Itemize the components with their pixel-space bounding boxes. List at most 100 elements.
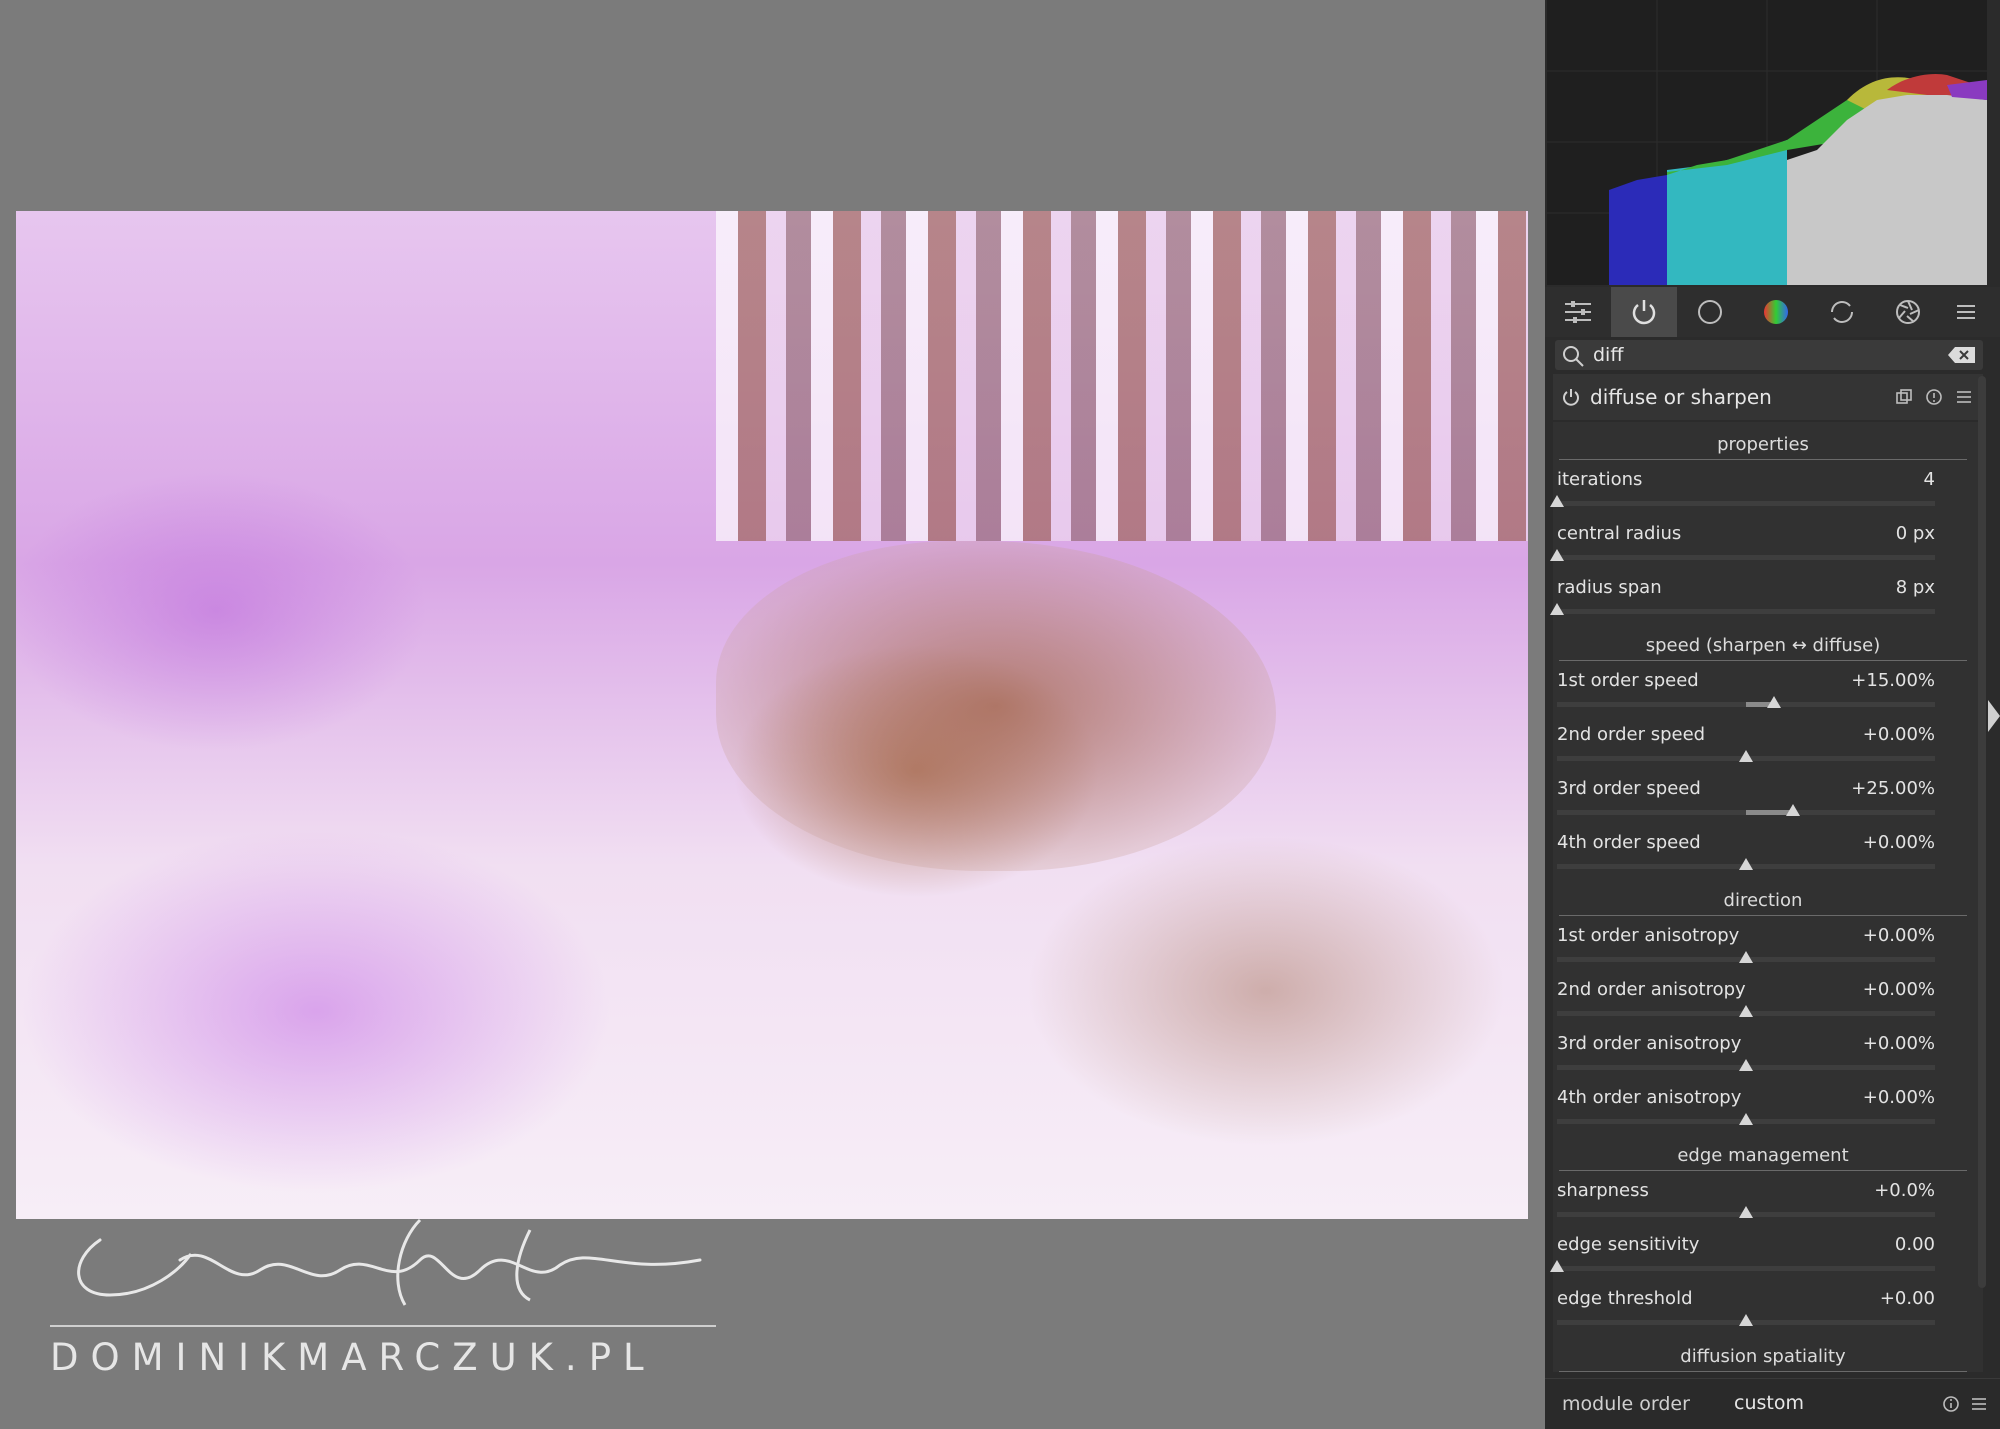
slider-value[interactable]: +25.00% — [1851, 778, 1935, 799]
slider-track[interactable] — [1557, 555, 1935, 560]
section-header: edge management — [1559, 1145, 1967, 1171]
module-power-icon[interactable] — [1561, 387, 1581, 407]
slider-3rd-order-anisotropy[interactable]: 3rd order anisotropy +0.00% — [1557, 1033, 1935, 1087]
slider-handle-icon[interactable] — [1550, 495, 1564, 507]
rotate-icon — [1831, 301, 1853, 323]
module-header[interactable]: diffuse or sharpen — [1553, 374, 1983, 420]
sliders-icon — [1565, 301, 1591, 323]
slider-handle-icon[interactable] — [1767, 696, 1782, 708]
slider-value[interactable]: 8 px — [1896, 577, 1935, 598]
tab-correct[interactable] — [1809, 287, 1875, 337]
section-header: speed (sharpen ↔ diffuse) — [1559, 635, 1967, 661]
slider-track[interactable] — [1557, 609, 1935, 614]
slider-2nd-order-anisotropy[interactable]: 2nd order anisotropy +0.00% — [1557, 979, 1935, 1033]
slider-iterations[interactable]: iterations 4 — [1550, 469, 1935, 523]
slider-1st-order-speed[interactable]: 1st order speed +15.00% — [1557, 670, 1935, 724]
image-canvas[interactable]: DOMINIKMARCZUK.PL — [0, 0, 1545, 1428]
slider-value[interactable]: +15.00% — [1851, 670, 1935, 691]
slider-handle-icon[interactable] — [1550, 603, 1564, 615]
slider-value[interactable]: 4 — [1924, 469, 1935, 490]
slider-value[interactable]: +0.00% — [1863, 832, 1935, 853]
slider-label: 1st order anisotropy — [1557, 925, 1740, 946]
slider-handle-icon[interactable] — [1739, 858, 1753, 870]
slider-value[interactable]: +0.00% — [1863, 979, 1935, 1000]
slider-value[interactable]: +0.00% — [1863, 724, 1935, 745]
slider-value[interactable]: +0.00% — [1863, 925, 1935, 946]
presets-icon[interactable] — [1955, 388, 1973, 406]
slider-label: edge threshold — [1557, 1288, 1693, 1309]
module-order-value[interactable]: custom — [1734, 1392, 1804, 1414]
stream — [716, 541, 1276, 871]
slider-handle-icon[interactable] — [1739, 1206, 1753, 1218]
search-icon — [1563, 346, 1584, 367]
tab-effect[interactable] — [1875, 287, 1941, 337]
trees — [716, 211, 1528, 541]
slider-label: iterations — [1557, 469, 1643, 490]
slider-handle-icon[interactable] — [1786, 804, 1801, 816]
section-header: direction — [1559, 890, 1967, 916]
info-icon[interactable] — [1942, 1395, 1960, 1413]
slider-2nd-order-speed[interactable]: 2nd order speed +0.00% — [1557, 724, 1935, 778]
module-title: diffuse or sharpen — [1590, 385, 1772, 409]
slider-value[interactable]: +0.00% — [1863, 1087, 1935, 1108]
slider-radius-span[interactable]: radius span 8 px — [1550, 577, 1935, 631]
slider-handle-icon[interactable] — [1739, 1005, 1753, 1017]
section-header: properties — [1559, 434, 1967, 460]
slider-3rd-order-speed[interactable]: 3rd order speed +25.00% — [1557, 778, 1935, 832]
tab-presets-menu[interactable] — [1941, 287, 1991, 337]
slider-label: 2nd order anisotropy — [1557, 979, 1746, 1000]
reset-icon[interactable] — [1925, 388, 1943, 406]
tab-active-pipe[interactable] — [1545, 287, 1611, 337]
photo-preview[interactable] — [16, 211, 1528, 1219]
tab-base[interactable] — [1677, 287, 1743, 337]
slider-value[interactable]: 0.00 — [1895, 1234, 1935, 1255]
slider-handle-icon[interactable] — [1550, 1260, 1564, 1272]
section-header: diffusion spatiality — [1559, 1346, 1967, 1372]
slider-handle-icon[interactable] — [1739, 1059, 1753, 1071]
slider-label: edge sensitivity — [1557, 1234, 1700, 1255]
hamburger-icon — [1957, 305, 1975, 319]
module-search[interactable]: diff — [1555, 340, 1983, 370]
slider-track[interactable] — [1557, 501, 1935, 506]
slider-4th-order-anisotropy[interactable]: 4th order anisotropy +0.00% — [1557, 1087, 1935, 1141]
slider-edge-threshold[interactable]: edge threshold +0.00 — [1557, 1288, 1935, 1342]
watermark-text: DOMINIKMARCZUK.PL — [50, 1336, 656, 1379]
watermark: DOMINIKMARCZUK.PL — [50, 1190, 720, 1390]
slider-handle-icon[interactable] — [1550, 549, 1564, 561]
histogram[interactable] — [1547, 0, 1987, 285]
slider-value[interactable]: +0.0% — [1874, 1180, 1935, 1201]
module-order-label: module order — [1562, 1393, 1690, 1415]
menu-icon[interactable] — [1970, 1395, 1988, 1413]
color-wheel-icon — [1764, 300, 1788, 324]
circle-icon — [1698, 300, 1722, 324]
slider-label: 2nd order speed — [1557, 724, 1706, 745]
search-input[interactable]: diff — [1593, 344, 1623, 366]
aperture-icon — [1896, 300, 1920, 324]
tab-color[interactable] — [1743, 287, 1809, 337]
multi-instance-icon[interactable] — [1895, 388, 1913, 406]
slider-track[interactable] — [1557, 1266, 1935, 1271]
slider-edge-sensitivity[interactable]: edge sensitivity 0.00 — [1550, 1234, 1935, 1288]
right-panel-collapse-icon[interactable] — [1988, 700, 2000, 732]
slider-value[interactable]: +0.00% — [1863, 1033, 1935, 1054]
clear-icon[interactable] — [1947, 345, 1977, 365]
slider-handle-icon[interactable] — [1739, 951, 1753, 963]
signature-logo — [77, 1218, 702, 1306]
module-order-bar: module order custom — [1545, 1378, 2000, 1429]
slider-handle-icon[interactable] — [1739, 1314, 1753, 1326]
slider-label: 4th order speed — [1557, 832, 1701, 853]
watermark-divider — [50, 1325, 716, 1327]
slider-handle-icon[interactable] — [1739, 1113, 1753, 1125]
panel-scrollbar[interactable] — [1978, 376, 1986, 1288]
slider-1st-order-anisotropy[interactable]: 1st order anisotropy +0.00% — [1557, 925, 1935, 979]
tab-active-modules[interactable] — [1611, 287, 1677, 337]
slider-4th-order-speed[interactable]: 4th order speed +0.00% — [1557, 832, 1935, 886]
slider-value[interactable]: +0.00 — [1880, 1288, 1935, 1309]
module-body: properties iterations 4 central radius 0 px r… — [1550, 422, 1983, 1372]
slider-label: central radius — [1557, 523, 1682, 544]
slider-handle-icon[interactable] — [1739, 750, 1753, 762]
slider-label: 1st order speed — [1557, 670, 1699, 691]
slider-sharpness[interactable]: sharpness +0.0% — [1557, 1180, 1935, 1234]
slider-value[interactable]: 0 px — [1896, 523, 1935, 544]
slider-central-radius[interactable]: central radius 0 px — [1550, 523, 1935, 577]
